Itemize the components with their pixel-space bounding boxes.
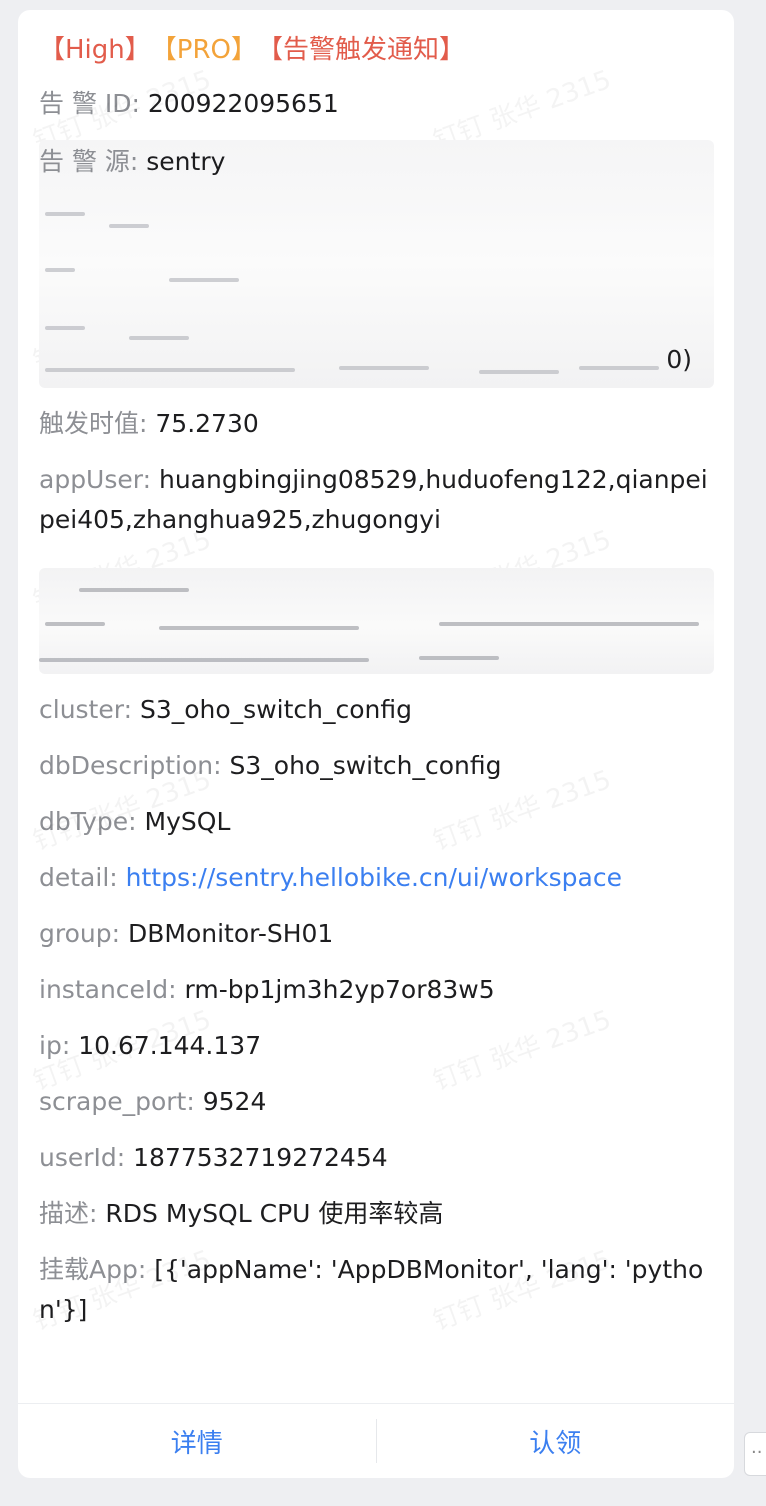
redacted-tail: 0) <box>666 345 692 374</box>
alert-type-tag: 【告警触发通知】 <box>256 35 465 65</box>
field-description: 描述: RDS MySQL CPU 使用率较高 <box>39 1199 444 1228</box>
field-app-user: appUser: huangbingjing08529,huduofeng122… <box>39 465 708 534</box>
field-cluster: cluster: S3_oho_switch_config <box>39 695 412 724</box>
details-button[interactable]: 详情 <box>18 1423 376 1460</box>
alert-content: 【High】 【PRO】 【告警触发通知】 告 警 ID: 2009220956… <box>18 10 734 1330</box>
claim-button[interactable]: 认领 <box>377 1423 735 1460</box>
action-bar: 详情 认领 <box>18 1403 734 1478</box>
field-alert-id: 告 警 ID: 200922095651 <box>39 89 339 118</box>
redacted-block: 告 警 源: sentry 0) <box>39 140 714 388</box>
detail-link[interactable]: https://sentry.hellobike.cn/ui/workspace <box>126 863 622 892</box>
field-alert-source: 告 警 源: sentry <box>39 147 226 176</box>
field-db-type: dbType: MySQL <box>39 807 231 836</box>
field-db-description: dbDescription: S3_oho_switch_config <box>39 751 502 780</box>
field-detail: detail: https://sentry.hellobike.cn/ui/w… <box>39 863 622 892</box>
field-user-id: userId: 1877532719272454 <box>39 1143 388 1172</box>
field-ip: ip: 10.67.144.137 <box>39 1031 262 1060</box>
severity-tag: 【High】 <box>39 35 151 65</box>
field-mounted-app: 挂载App: [{'appName': 'AppDBMonitor', 'lan… <box>39 1255 704 1324</box>
field-scrape-port: scrape_port: 9524 <box>39 1087 267 1116</box>
field-group: group: DBMonitor-SH01 <box>39 919 334 948</box>
more-options-icon[interactable]: ·· <box>744 1432 766 1476</box>
field-instance-id: instanceId: rm-bp1jm3h2yp7or83w5 <box>39 975 495 1004</box>
env-tag: 【PRO】 <box>150 35 257 65</box>
alert-card: 钉钉 张华 2315 钉钉 张华 2315 钉钉 张华 2315 钉钉 张华 2… <box>18 10 734 1478</box>
redacted-block-2 <box>39 568 714 674</box>
field-trigger-value: 触发时值: 75.2730 <box>39 409 259 438</box>
alert-title: 【High】 【PRO】 【告警触发通知】 <box>39 28 714 72</box>
